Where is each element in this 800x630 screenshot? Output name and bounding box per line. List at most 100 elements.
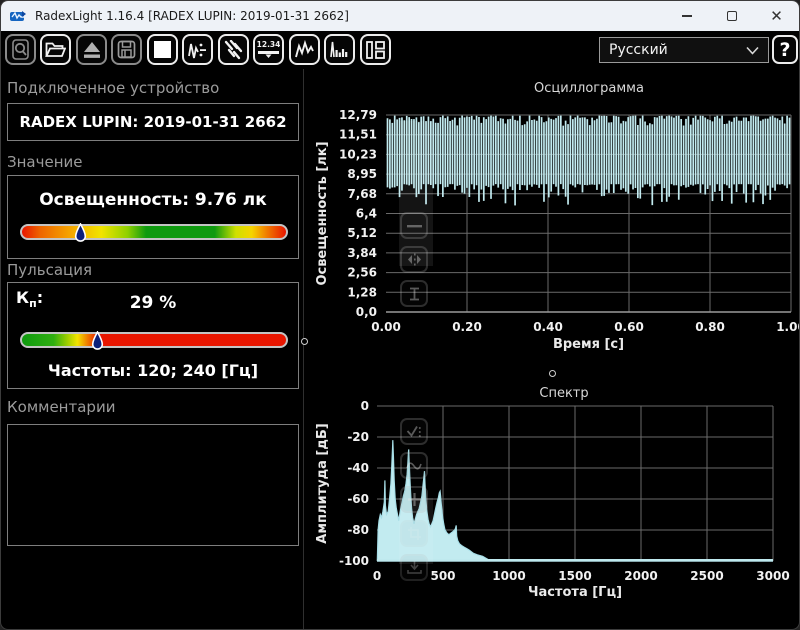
layout-panels-icon — [365, 40, 386, 60]
open-folder-icon — [45, 41, 66, 58]
pulsation-mode-button[interactable] — [218, 34, 249, 65]
panel-splitter[interactable] — [303, 69, 304, 630]
svg-text:8,95: 8,95 — [347, 167, 377, 181]
svg-text:12,79: 12,79 — [339, 108, 377, 122]
spec-zoom-in-button[interactable] — [400, 486, 428, 513]
svg-text:2,56: 2,56 — [347, 266, 377, 280]
app-window: RadexLight 1.16.4 [RADEX LUPIN: 2019-01-… — [0, 0, 800, 630]
waveform-list-icon — [187, 40, 208, 60]
spec-crop-button[interactable] — [400, 520, 428, 547]
comments-section-header: Комментарии — [7, 398, 115, 416]
svg-text:0.00: 0.00 — [371, 320, 401, 334]
maximize-button[interactable] — [709, 1, 754, 31]
chart-splitter-handle[interactable] — [549, 370, 556, 377]
zoom-document-icon — [11, 39, 30, 60]
splitter-handle[interactable] — [301, 338, 308, 345]
numeric-display-icon: 12.34 — [257, 39, 280, 60]
droplet-icon — [73, 223, 88, 244]
crop-icon — [408, 527, 421, 540]
svg-text:2500: 2500 — [690, 569, 723, 583]
minimize-button[interactable] — [664, 1, 709, 31]
spectrum-view-button[interactable] — [324, 34, 355, 65]
osc-controls-overlay — [399, 121, 433, 266]
app-logo-icon — [10, 9, 27, 23]
svg-text:12.34: 12.34 — [257, 40, 280, 49]
read-device-button[interactable] — [76, 34, 107, 65]
svg-text:Частота [Гц]: Частота [Гц] — [528, 585, 622, 600]
help-button[interactable]: ? — [772, 35, 798, 64]
save-floppy-icon — [117, 40, 136, 59]
svg-text:0.60: 0.60 — [614, 320, 644, 334]
spectrum-chart[interactable]: 0-20-40-60-80-10005001000150020002500300… — [311, 384, 800, 624]
svg-text:11,51: 11,51 — [339, 128, 377, 142]
open-file-button[interactable] — [40, 34, 71, 65]
close-button[interactable]: ✕ — [754, 1, 799, 31]
illuminance-gauge-marker — [73, 223, 88, 244]
window-title: RadexLight 1.16.4 [RADEX LUPIN: 2019-01-… — [35, 9, 349, 23]
stop-button[interactable] — [147, 34, 178, 65]
svg-text:Амплитуда [дБ]: Амплитуда [дБ] — [315, 423, 330, 543]
pulsation-gauge — [20, 332, 288, 348]
kp-value: 29 % — [8, 293, 298, 313]
save-button[interactable] — [111, 34, 142, 65]
svg-text:500: 500 — [430, 569, 455, 583]
svg-text:0: 0 — [361, 399, 369, 413]
spec-export-button[interactable] — [400, 554, 428, 581]
osc-cursor-button[interactable] — [400, 280, 428, 307]
svg-text:0.20: 0.20 — [452, 320, 482, 334]
svg-text:0,0: 0,0 — [356, 305, 377, 319]
osc-zoom-out-button[interactable] — [400, 212, 428, 239]
plus-icon — [408, 493, 421, 506]
comments-input[interactable] — [7, 424, 299, 546]
device-section-header: Подключенное устройство — [7, 79, 219, 97]
value-box: Освещенность: 9.76 лк — [7, 175, 299, 259]
help-label: ? — [779, 39, 790, 61]
oscillogram-chart[interactable]: 12,7911,5110,238,957,686,45,123,842,561,… — [311, 79, 800, 371]
osc-fit-button[interactable] — [400, 246, 428, 273]
svg-text:1500: 1500 — [558, 569, 591, 583]
chevron-down-icon — [746, 46, 759, 55]
titlebar: RadexLight 1.16.4 [RADEX LUPIN: 2019-01-… — [1, 1, 799, 31]
histogram-icon — [329, 40, 350, 59]
toolbar: 12.34 Русский ? — [1, 31, 799, 69]
device-name: RADEX LUPIN: 2019-01-31 2662 — [8, 113, 298, 131]
layout-button[interactable] — [360, 34, 391, 65]
eject-icon — [82, 41, 102, 59]
cursor-ibeam-icon — [408, 287, 421, 301]
spec-waveform-button[interactable] — [400, 452, 428, 479]
svg-text:0.80: 0.80 — [695, 320, 725, 334]
svg-text:-40: -40 — [347, 461, 369, 475]
zoom-document-button[interactable] — [5, 34, 36, 65]
svg-text:1,28: 1,28 — [347, 285, 377, 299]
language-value: Русский — [609, 42, 668, 58]
spec-select-button[interactable] — [400, 418, 428, 445]
device-box: RADEX LUPIN: 2019-01-31 2662 — [7, 103, 299, 141]
stop-square-icon — [154, 41, 171, 58]
svg-text:Освещенность [лк]: Освещенность [лк] — [315, 141, 330, 285]
droplet-icon — [90, 331, 105, 352]
svg-text:0: 0 — [373, 569, 381, 583]
svg-text:-100: -100 — [339, 554, 369, 568]
maximize-icon — [727, 11, 737, 21]
svg-text:1.00: 1.00 — [776, 320, 800, 334]
measurement-settings-button[interactable] — [182, 34, 213, 65]
svg-text:-80: -80 — [347, 523, 369, 537]
svg-text:Время [с]: Время [с] — [553, 337, 624, 352]
numeric-display-button[interactable]: 12.34 — [253, 34, 284, 65]
svg-text:-60: -60 — [347, 492, 369, 506]
svg-text:0.40: 0.40 — [533, 320, 563, 334]
line-chart-icon — [294, 40, 315, 59]
waveform-box-icon — [406, 460, 422, 472]
svg-text:-20: -20 — [347, 430, 369, 444]
pulsation-gauge-marker — [90, 331, 105, 352]
arrow-down-tray-icon — [407, 561, 422, 574]
svg-text:7,68: 7,68 — [347, 187, 377, 201]
svg-text:3,84: 3,84 — [347, 246, 377, 260]
minimize-icon — [682, 15, 692, 16]
minus-icon — [407, 223, 422, 229]
fit-horizontal-icon — [406, 253, 423, 266]
oscillogram-view-button[interactable] — [289, 34, 320, 65]
svg-text:5,12: 5,12 — [347, 226, 377, 240]
language-select[interactable]: Русский — [599, 37, 769, 63]
svg-text:6,4: 6,4 — [356, 207, 377, 221]
